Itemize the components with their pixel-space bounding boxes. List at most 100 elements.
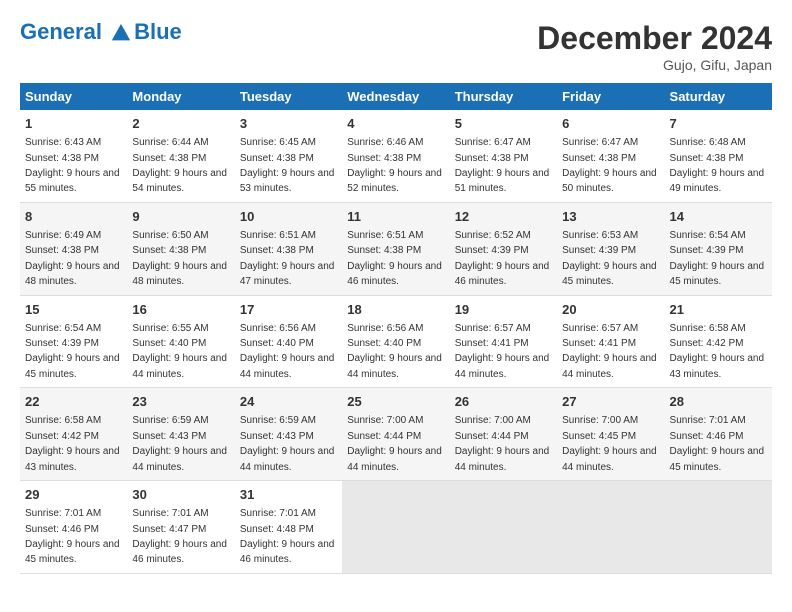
day-info: Sunrise: 6:52 AMSunset: 4:39 PMDaylight:… — [455, 230, 550, 287]
day-info: Sunrise: 7:01 AMSunset: 4:47 PMDaylight:… — [132, 508, 227, 565]
day-number: 13 — [562, 208, 659, 226]
col-header-thursday: Thursday — [450, 83, 557, 110]
day-info: Sunrise: 6:58 AMSunset: 4:42 PMDaylight:… — [670, 323, 765, 380]
calendar-cell: 18 Sunrise: 6:56 AMSunset: 4:40 PMDayligh… — [342, 295, 449, 388]
day-info: Sunrise: 6:54 AMSunset: 4:39 PMDaylight:… — [25, 323, 120, 380]
day-number: 16 — [132, 301, 229, 319]
day-info: Sunrise: 6:51 AMSunset: 4:38 PMDaylight:… — [240, 230, 335, 287]
day-info: Sunrise: 6:51 AMSunset: 4:38 PMDaylight:… — [347, 230, 442, 287]
calendar-cell: 28 Sunrise: 7:01 AMSunset: 4:46 PMDayligh… — [665, 388, 772, 481]
calendar-week-row: 15 Sunrise: 6:54 AMSunset: 4:39 PMDayligh… — [20, 295, 772, 388]
day-number: 12 — [455, 208, 552, 226]
calendar-cell — [557, 481, 664, 574]
day-number: 14 — [670, 208, 767, 226]
day-info: Sunrise: 6:50 AMSunset: 4:38 PMDaylight:… — [132, 230, 227, 287]
day-number: 15 — [25, 301, 122, 319]
day-info: Sunrise: 6:58 AMSunset: 4:42 PMDaylight:… — [25, 415, 120, 472]
calendar-cell — [342, 481, 449, 574]
day-number: 22 — [25, 393, 122, 411]
logo: General Blue — [20, 20, 182, 44]
calendar-cell: 9 Sunrise: 6:50 AMSunset: 4:38 PMDaylight… — [127, 202, 234, 295]
calendar-cell: 17Sunrise: 6:56 AMSunset: 4:40 PMDayligh… — [235, 295, 342, 388]
calendar-table: SundayMondayTuesdayWednesdayThursdayFrid… — [20, 83, 772, 574]
calendar-cell: 30 Sunrise: 7:01 AMSunset: 4:47 PMDayligh… — [127, 481, 234, 574]
logo-icon — [110, 22, 132, 44]
calendar-cell: 27 Sunrise: 7:00 AMSunset: 4:45 PMDayligh… — [557, 388, 664, 481]
calendar-cell: 12 Sunrise: 6:52 AMSunset: 4:39 PMDayligh… — [450, 202, 557, 295]
day-number: 11 — [347, 208, 444, 226]
day-info: Sunrise: 7:00 AMSunset: 4:44 PMDaylight:… — [455, 415, 550, 472]
calendar-cell: 31Sunrise: 7:01 AMSunset: 4:48 PMDayligh… — [235, 481, 342, 574]
day-number: 30 — [132, 486, 229, 504]
day-number: 9 — [132, 208, 229, 226]
main-title: December 2024 — [537, 20, 772, 57]
col-header-wednesday: Wednesday — [342, 83, 449, 110]
calendar-week-row: 8Sunrise: 6:49 AMSunset: 4:38 PMDaylight… — [20, 202, 772, 295]
day-number: 5 — [455, 115, 552, 133]
page-header: General Blue December 2024 Gujo, Gifu, J… — [20, 20, 772, 73]
calendar-cell: 6Sunrise: 6:47 AMSunset: 4:38 PMDaylight… — [557, 110, 664, 202]
calendar-week-row: 29 Sunrise: 7:01 AMSunset: 4:46 PMDayligh… — [20, 481, 772, 574]
calendar-cell — [450, 481, 557, 574]
day-info: Sunrise: 6:59 AMSunset: 4:43 PMDaylight:… — [132, 415, 227, 472]
calendar-cell: 24Sunrise: 6:59 AMSunset: 4:43 PMDayligh… — [235, 388, 342, 481]
day-number: 19 — [455, 301, 552, 319]
day-number: 6 — [562, 115, 659, 133]
logo-text: General — [20, 20, 132, 44]
day-number: 24 — [240, 393, 337, 411]
day-number: 2 — [132, 115, 229, 133]
day-info: Sunrise: 6:49 AMSunset: 4:38 PMDaylight:… — [25, 230, 120, 287]
calendar-cell: 19 Sunrise: 6:57 AMSunset: 4:41 PMDayligh… — [450, 295, 557, 388]
calendar-cell: 16 Sunrise: 6:55 AMSunset: 4:40 PMDayligh… — [127, 295, 234, 388]
calendar-cell: 3Sunrise: 6:45 AMSunset: 4:38 PMDaylight… — [235, 110, 342, 202]
day-info: Sunrise: 6:53 AMSunset: 4:39 PMDaylight:… — [562, 230, 657, 287]
calendar-cell: 29 Sunrise: 7:01 AMSunset: 4:46 PMDayligh… — [20, 481, 127, 574]
calendar-cell: 4Sunrise: 6:46 AMSunset: 4:38 PMDaylight… — [342, 110, 449, 202]
day-info: Sunrise: 7:01 AMSunset: 4:46 PMDaylight:… — [670, 415, 765, 472]
day-info: Sunrise: 7:01 AMSunset: 4:48 PMDaylight:… — [240, 508, 335, 565]
day-number: 18 — [347, 301, 444, 319]
day-number: 25 — [347, 393, 444, 411]
day-info: Sunrise: 6:47 AMSunset: 4:38 PMDaylight:… — [455, 137, 550, 194]
calendar-week-row: 1 Sunrise: 6:43 AMSunset: 4:38 PMDaylight… — [20, 110, 772, 202]
col-header-monday: Monday — [127, 83, 234, 110]
col-header-saturday: Saturday — [665, 83, 772, 110]
title-block: December 2024 Gujo, Gifu, Japan — [537, 20, 772, 73]
day-number: 23 — [132, 393, 229, 411]
day-number: 17 — [240, 301, 337, 319]
day-number: 1 — [25, 115, 122, 133]
day-info: Sunrise: 7:01 AMSunset: 4:46 PMDaylight:… — [25, 508, 120, 565]
col-header-sunday: Sunday — [20, 83, 127, 110]
day-number: 21 — [670, 301, 767, 319]
calendar-cell — [665, 481, 772, 574]
calendar-cell: 11 Sunrise: 6:51 AMSunset: 4:38 PMDayligh… — [342, 202, 449, 295]
calendar-week-row: 22 Sunrise: 6:58 AMSunset: 4:42 PMDayligh… — [20, 388, 772, 481]
day-info: Sunrise: 7:00 AMSunset: 4:45 PMDaylight:… — [562, 415, 657, 472]
col-header-tuesday: Tuesday — [235, 83, 342, 110]
day-number: 27 — [562, 393, 659, 411]
day-info: Sunrise: 7:00 AMSunset: 4:44 PMDaylight:… — [347, 415, 442, 472]
calendar-cell: 1 Sunrise: 6:43 AMSunset: 4:38 PMDaylight… — [20, 110, 127, 202]
calendar-cell: 22 Sunrise: 6:58 AMSunset: 4:42 PMDayligh… — [20, 388, 127, 481]
day-info: Sunrise: 6:44 AMSunset: 4:38 PMDaylight:… — [132, 137, 227, 194]
day-number: 10 — [240, 208, 337, 226]
day-number: 29 — [25, 486, 122, 504]
day-info: Sunrise: 6:57 AMSunset: 4:41 PMDaylight:… — [455, 323, 550, 380]
calendar-cell: 20Sunrise: 6:57 AMSunset: 4:41 PMDayligh… — [557, 295, 664, 388]
day-number: 4 — [347, 115, 444, 133]
calendar-cell: 25 Sunrise: 7:00 AMSunset: 4:44 PMDayligh… — [342, 388, 449, 481]
calendar-cell: 5 Sunrise: 6:47 AMSunset: 4:38 PMDaylight… — [450, 110, 557, 202]
calendar-cell: 14 Sunrise: 6:54 AMSunset: 4:39 PMDayligh… — [665, 202, 772, 295]
day-info: Sunrise: 6:54 AMSunset: 4:39 PMDaylight:… — [670, 230, 765, 287]
day-number: 28 — [670, 393, 767, 411]
calendar-header-row: SundayMondayTuesdayWednesdayThursdayFrid… — [20, 83, 772, 110]
calendar-cell: 23 Sunrise: 6:59 AMSunset: 4:43 PMDayligh… — [127, 388, 234, 481]
calendar-cell: 10 Sunrise: 6:51 AMSunset: 4:38 PMDayligh… — [235, 202, 342, 295]
col-header-friday: Friday — [557, 83, 664, 110]
day-info: Sunrise: 6:55 AMSunset: 4:40 PMDaylight:… — [132, 323, 227, 380]
day-number: 3 — [240, 115, 337, 133]
subtitle: Gujo, Gifu, Japan — [537, 57, 772, 73]
day-number: 26 — [455, 393, 552, 411]
day-info: Sunrise: 6:56 AMSunset: 4:40 PMDaylight:… — [347, 323, 442, 380]
day-info: Sunrise: 6:43 AMSunset: 4:38 PMDaylight:… — [25, 137, 120, 194]
